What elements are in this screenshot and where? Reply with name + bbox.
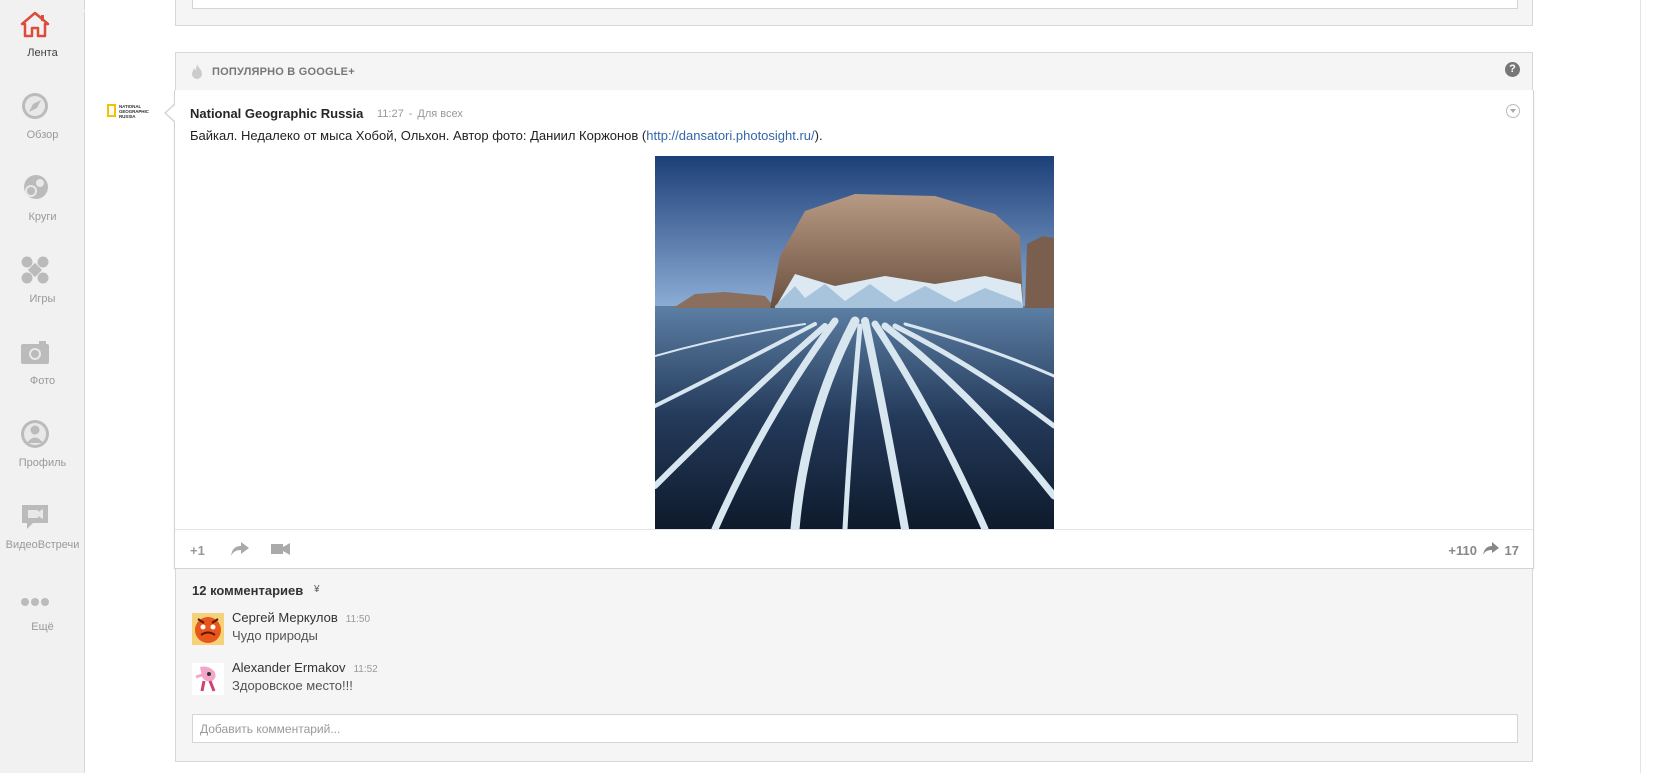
expand-comments-icon[interactable]: ¥ bbox=[314, 584, 320, 595]
popular-header: ПОПУЛЯРНО В GOOGLE+ ? bbox=[175, 52, 1533, 91]
national-geographic-logo[interactable]: NATIONAL GEOGRAPHIC RUSSIA bbox=[107, 104, 153, 121]
post-link[interactable]: http://dansatori.photosight.ru/ bbox=[646, 128, 814, 143]
avatar[interactable] bbox=[192, 663, 224, 695]
post-time[interactable]: 11:27 bbox=[377, 108, 404, 120]
post-menu-icon[interactable] bbox=[1506, 104, 1520, 118]
ng-logo-text: NATIONAL GEOGRAPHIC RUSSIA bbox=[119, 104, 149, 119]
avatar[interactable] bbox=[192, 613, 224, 645]
post-text-before: Байкал. Недалеко от мыса Хобой, Ольхон. … bbox=[190, 128, 647, 143]
meta-separator: - bbox=[408, 108, 413, 120]
right-divider bbox=[1640, 0, 1641, 773]
nav-item-label: Профиль bbox=[18, 457, 67, 469]
nav-item-explore[interactable]: Обзор bbox=[0, 84, 85, 162]
comment-item: Alexander Ermakov 11:52 Здоровское место!… bbox=[192, 660, 1492, 704]
comment-author-name[interactable]: Сергей Меркулов bbox=[232, 610, 338, 625]
post-meta: 11:27- Для всех bbox=[377, 108, 463, 120]
ng-yellow-frame-icon bbox=[107, 104, 116, 117]
plus-one-button[interactable]: +1 bbox=[190, 543, 205, 558]
nav-item-games[interactable]: Игры bbox=[0, 248, 85, 326]
post-text-after: ). bbox=[814, 128, 823, 143]
profile-icon bbox=[19, 418, 51, 450]
nav-item-label: ВидеоВстречи bbox=[5, 539, 80, 551]
share-count-icon bbox=[1483, 542, 1499, 555]
nav-item-stream[interactable]: Лента bbox=[0, 2, 85, 80]
comment-author: Alexander Ermakov 11:52 bbox=[232, 660, 378, 675]
share-icon[interactable] bbox=[231, 542, 249, 556]
hangout-icon[interactable] bbox=[271, 543, 290, 555]
post-text: Байкал. Недалеко от мыса Хобой, Ольхон. … bbox=[190, 128, 823, 143]
post-card: National Geographic Russia 11:27- Для все… bbox=[174, 90, 1534, 569]
nav-item-photos[interactable]: Фото bbox=[0, 330, 85, 408]
post-visibility[interactable]: Для всех bbox=[417, 108, 462, 120]
add-comment-input[interactable] bbox=[192, 714, 1518, 743]
share-count[interactable]: 17 bbox=[1505, 543, 1519, 558]
comment-author-name[interactable]: Alexander Ermakov bbox=[232, 660, 345, 675]
nav-item-label: Игры bbox=[29, 293, 56, 305]
comment-text: Здоровское место!!! bbox=[232, 678, 353, 693]
nav-item-label: Круги bbox=[28, 211, 57, 223]
comments-count[interactable]: 12 комментариев bbox=[192, 583, 303, 598]
nav-active-pointer bbox=[84, 0, 95, 22]
help-icon[interactable]: ? bbox=[1505, 62, 1520, 77]
home-icon bbox=[19, 8, 51, 40]
nav-item-label: Лента bbox=[27, 47, 58, 59]
nav-item-profile[interactable]: Профиль bbox=[0, 412, 85, 490]
post-action-bar: +1 +110 17 bbox=[175, 529, 1533, 568]
baikal-ice-photo[interactable] bbox=[655, 156, 1054, 529]
comment-time[interactable]: 11:50 bbox=[346, 614, 370, 625]
nav-item-label: Обзор bbox=[26, 129, 59, 141]
comment-item: Сергей Меркулов 11:50 Чудо природы bbox=[192, 610, 1492, 654]
popular-title: ПОПУЛЯРНО В GOOGLE+ bbox=[212, 66, 355, 78]
left-nav: Лента Обзор Круги Игры Фото Профиль Виде… bbox=[0, 0, 95, 773]
post-pointer-inner bbox=[166, 105, 175, 121]
compass-icon bbox=[19, 90, 51, 122]
nav-item-more[interactable]: Ещё bbox=[0, 576, 85, 654]
flame-icon bbox=[192, 64, 202, 79]
plus-one-count[interactable]: +110 bbox=[1448, 543, 1477, 558]
nav-item-label: Ещё bbox=[31, 621, 54, 633]
nav-item-circles[interactable]: Круги bbox=[0, 166, 85, 244]
comment-text: Чудо природы bbox=[232, 628, 318, 643]
nav-item-label: Фото bbox=[29, 375, 56, 387]
previous-post-card bbox=[175, 0, 1533, 26]
games-icon bbox=[19, 254, 51, 286]
camera-icon bbox=[19, 336, 51, 368]
more-icon bbox=[19, 582, 51, 614]
comments-section: 12 комментариев ¥ Сергей Меркулов 11:50 Ч… bbox=[175, 569, 1533, 762]
previous-comment-input[interactable] bbox=[192, 0, 1518, 9]
circles-icon bbox=[19, 172, 51, 204]
post-author[interactable]: National Geographic Russia bbox=[190, 106, 363, 121]
hangout-icon bbox=[19, 500, 51, 532]
nav-item-hangouts[interactable]: ВидеоВстречи bbox=[0, 494, 85, 572]
comment-author: Сергей Меркулов 11:50 bbox=[232, 610, 370, 625]
comment-time[interactable]: 11:52 bbox=[353, 664, 377, 675]
